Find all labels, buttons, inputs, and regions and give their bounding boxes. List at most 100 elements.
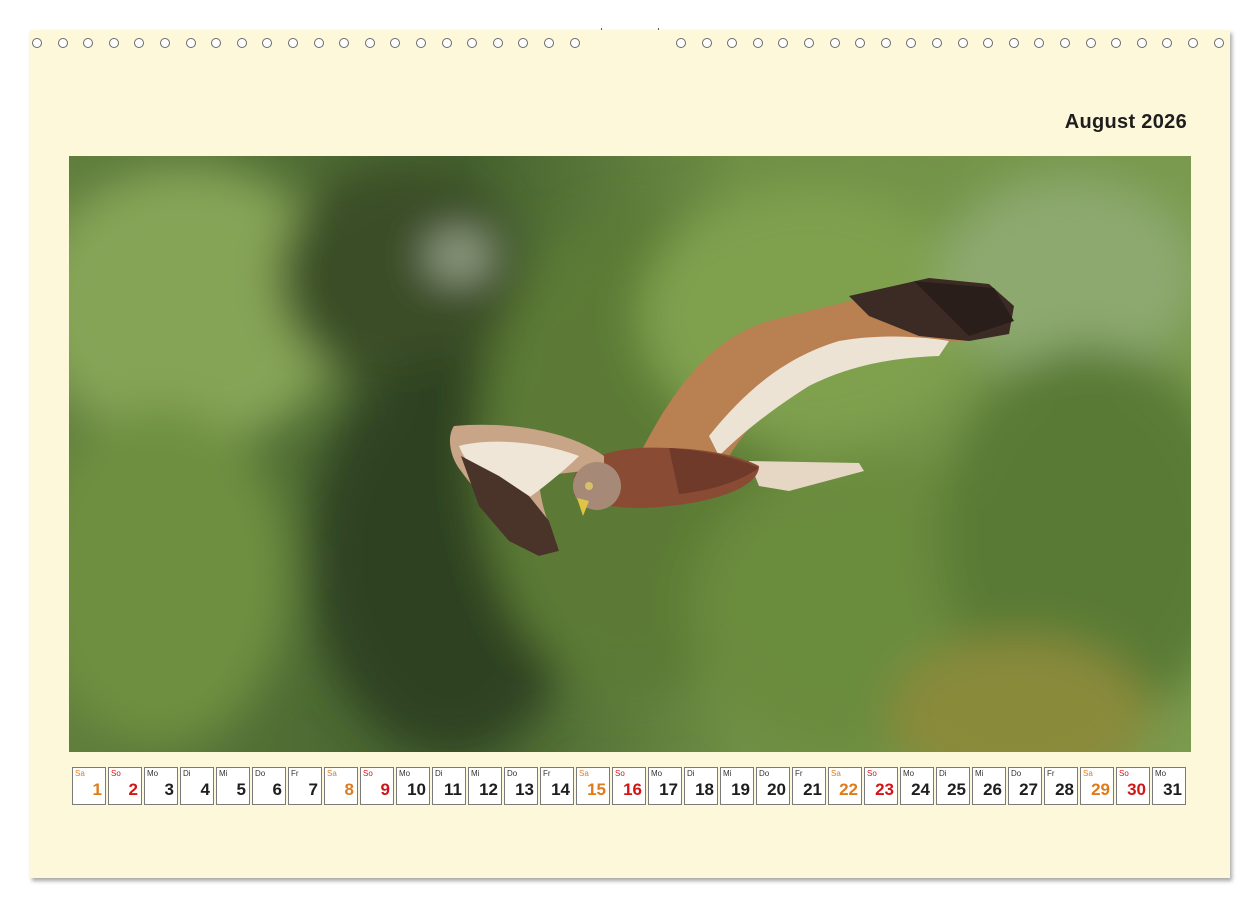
day-cell: Mo 24 <box>900 767 934 805</box>
day-cell: Di 25 <box>936 767 970 805</box>
binding-ring <box>880 38 891 48</box>
day-number: 4 <box>200 780 210 799</box>
day-cell: So 9 <box>360 767 394 805</box>
day-cell: Do 13 <box>504 767 538 805</box>
binding-ring <box>829 38 840 48</box>
binding-ring <box>676 38 686 48</box>
weekday-label: So <box>111 769 121 778</box>
day-cell: Sa 1 <box>72 767 106 805</box>
day-number: 31 <box>1163 780 1182 799</box>
day-number: 19 <box>731 780 750 799</box>
weekday-label: Sa <box>75 769 85 778</box>
binding-ring <box>57 38 68 48</box>
day-cell: Mi 5 <box>216 767 250 805</box>
weekday-label: Sa <box>579 769 589 778</box>
day-number: 17 <box>659 780 678 799</box>
day-number: 15 <box>587 780 606 799</box>
weekday-label: Di <box>183 769 191 778</box>
binding-ring <box>1085 38 1096 48</box>
binding-ring <box>236 38 247 48</box>
day-number: 14 <box>551 780 570 799</box>
day-cell: Mi 12 <box>468 767 502 805</box>
binding-ring <box>313 38 324 48</box>
day-cell: Do 20 <box>756 767 790 805</box>
binding-ring <box>544 38 554 48</box>
day-number: 22 <box>839 780 858 799</box>
day-cell: Do 6 <box>252 767 286 805</box>
weekday-label: Mi <box>723 769 732 778</box>
day-cell: Fr 28 <box>1044 767 1078 805</box>
weekday-label: Mi <box>219 769 228 778</box>
weekday-label: Mi <box>471 769 480 778</box>
binding-ring <box>957 38 968 48</box>
binding-ring <box>932 38 942 48</box>
binding-ring <box>1060 38 1070 48</box>
day-number: 6 <box>272 780 282 799</box>
weekday-label: Mo <box>147 769 159 778</box>
day-cell: Sa 8 <box>324 767 358 805</box>
weekday-label: Do <box>507 769 518 778</box>
bird-in-flight-photo <box>69 156 1191 752</box>
weekday-label: Sa <box>1083 769 1093 778</box>
binding-ring <box>108 38 119 48</box>
day-cell: Sa 15 <box>576 767 610 805</box>
weekday-label: Fr <box>291 769 299 778</box>
binding-ring <box>701 38 712 48</box>
binding-ring <box>160 38 170 48</box>
binding-ring <box>804 38 814 48</box>
day-cell: Fr 14 <box>540 767 574 805</box>
day-number: 23 <box>875 780 894 799</box>
day-number: 3 <box>164 780 174 799</box>
day-cell: Di 18 <box>684 767 718 805</box>
weekday-label: So <box>363 769 373 778</box>
weekday-label: So <box>615 769 625 778</box>
day-cell: Mo 10 <box>396 767 430 805</box>
weekday-label: Di <box>939 769 947 778</box>
weekday-label: Di <box>687 769 695 778</box>
day-number: 1 <box>92 780 102 799</box>
day-number: 28 <box>1055 780 1074 799</box>
weekday-label: Fr <box>795 769 803 778</box>
day-cell: So 23 <box>864 767 898 805</box>
weekday-label: Sa <box>831 769 841 778</box>
day-number: 2 <box>128 780 138 799</box>
day-cell: So 16 <box>612 767 646 805</box>
binding-ring <box>185 38 196 48</box>
day-cell: So 30 <box>1116 767 1150 805</box>
day-number: 30 <box>1127 780 1146 799</box>
day-number: 10 <box>407 780 426 799</box>
weekday-label: Do <box>255 769 266 778</box>
day-cell: Mo 17 <box>648 767 682 805</box>
day-strip: Sa 1 So 2 Mo 3 Di 4 Mi 5 Do 6 Fr 7 Sa 8 So 9 Mo 10 Di 11 Mi 12 D… <box>72 767 1186 805</box>
binding-ring <box>416 38 426 48</box>
day-cell: Mi 26 <box>972 767 1006 805</box>
day-number: 20 <box>767 780 786 799</box>
day-number: 18 <box>695 780 714 799</box>
weekday-label: Mo <box>399 769 411 778</box>
binding-ring <box>441 38 452 48</box>
weekday-label: Mo <box>1155 769 1167 778</box>
day-number: 27 <box>1019 780 1038 799</box>
day-number: 9 <box>380 780 390 799</box>
day-cell: Fr 7 <box>288 767 322 805</box>
binding-ring <box>1213 38 1224 48</box>
day-number: 5 <box>236 780 246 799</box>
binding-ring <box>1188 38 1198 48</box>
binding-ring <box>492 38 503 48</box>
day-cell: Sa 22 <box>828 767 862 805</box>
weekday-label: Do <box>759 769 770 778</box>
day-number: 7 <box>308 780 318 799</box>
weekday-label: Sa <box>327 769 337 778</box>
weekday-label: Mo <box>651 769 663 778</box>
month-title: August 2026 <box>1064 111 1187 133</box>
binding-ring <box>1136 38 1147 48</box>
day-number: 21 <box>803 780 822 799</box>
weekday-label: Mo <box>903 769 915 778</box>
day-number: 13 <box>515 780 534 799</box>
day-cell: Fr 21 <box>792 767 826 805</box>
day-cell: Di 4 <box>180 767 214 805</box>
day-cell: Mo 31 <box>1152 767 1186 805</box>
weekday-label: Fr <box>1047 769 1055 778</box>
binding-ring <box>1008 38 1019 48</box>
weekday-label: So <box>1119 769 1129 778</box>
